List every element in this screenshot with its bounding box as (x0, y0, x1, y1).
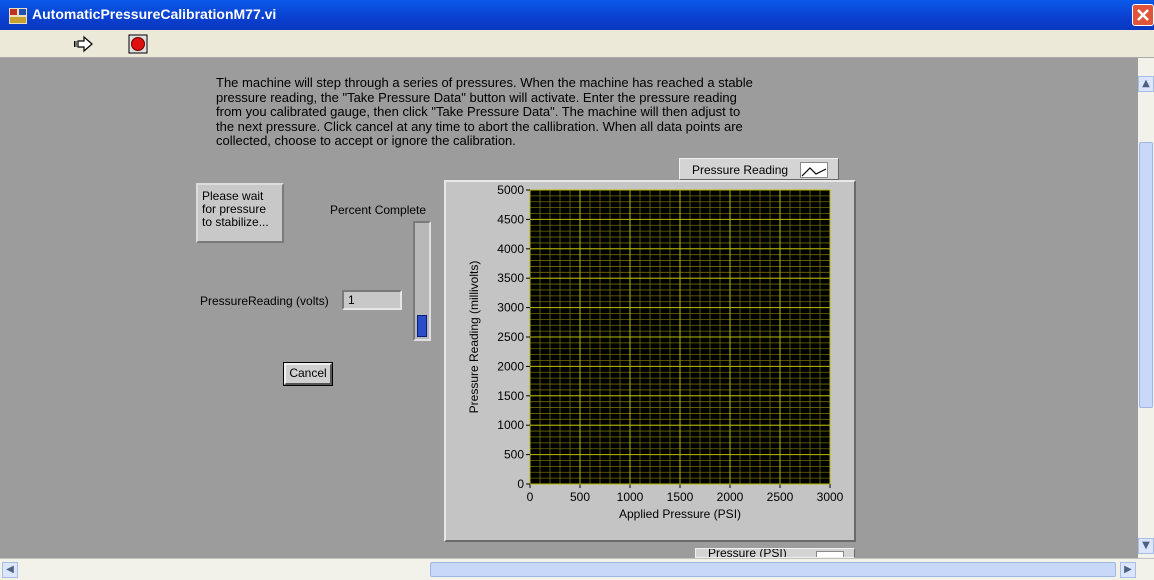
y-tick-label: 0 (517, 477, 524, 491)
abort-stop-icon (128, 34, 148, 54)
scroll-left-button[interactable]: ◀ (2, 562, 18, 578)
status-message-box: Please wait for pressure to stabilize... (196, 183, 284, 243)
y-tick-label: 2500 (497, 330, 524, 344)
x-tick-label: 3000 (817, 490, 844, 504)
title-bar: AutomaticPressureCalibrationM77.vi (0, 0, 1154, 30)
y-tick-label: 1000 (497, 418, 524, 432)
y-tick-label: 500 (504, 448, 524, 462)
front-panel: The machine will step through a series o… (0, 58, 1138, 558)
toolbar (0, 30, 1154, 58)
percent-complete-label: Percent Complete (330, 203, 427, 217)
x-axis-label: Applied Pressure (PSI) (619, 507, 741, 521)
x-tick-label: 500 (570, 490, 590, 504)
y-tick-label: 3000 (497, 301, 524, 315)
horizontal-scrollbar[interactable]: ◀ ▶ (0, 558, 1154, 580)
scroll-down-button[interactable]: ▼ (1138, 538, 1154, 554)
run-button[interactable] (74, 34, 96, 54)
pressure-reading-field[interactable]: 1 (342, 290, 402, 310)
xy-graph: 0 500 1000 1500 2000 2500 3000 0 500 1000 1500 2000… (467, 183, 844, 521)
x-tick-label: 0 (527, 490, 534, 504)
x-tick-label: 2000 (717, 490, 744, 504)
plot-legend-2[interactable]: Pressure (PSI) (695, 548, 855, 558)
percent-complete-bar (413, 221, 431, 341)
scroll-up-button[interactable]: ▲ (1138, 76, 1154, 92)
y-tick-label: 1500 (497, 389, 524, 403)
vertical-scrollbar[interactable]: ▲ ▼ (1138, 58, 1154, 558)
x-tick-label: 1000 (617, 490, 644, 504)
y-tick-label: 4500 (497, 212, 524, 226)
close-icon (1137, 9, 1149, 21)
percent-complete-fill (417, 315, 427, 337)
y-tick-label: 3500 (497, 271, 524, 285)
y-tick-label: 5000 (497, 183, 524, 197)
y-tick-label: 4000 (497, 242, 524, 256)
pressure-reading-label: PressureReading (volts) (200, 294, 329, 308)
y-axis-label: Pressure Reading (millivolts) (467, 261, 481, 414)
x-tick-label: 2500 (767, 490, 794, 504)
x-tick-label: 1500 (667, 490, 694, 504)
labview-app-icon (9, 8, 27, 24)
window-title: AutomaticPressureCalibrationM77.vi (32, 6, 277, 22)
point-style-icon (816, 551, 844, 557)
line-style-icon (800, 162, 828, 178)
xy-graph-frame: 0 500 1000 1500 2000 2500 3000 0 500 1000 1500 2000… (444, 180, 856, 542)
legend-series-label: Pressure Reading (692, 163, 789, 177)
close-button[interactable] (1132, 4, 1154, 26)
horizontal-scroll-thumb[interactable] (430, 562, 1116, 577)
run-arrow-icon (74, 35, 93, 53)
scroll-right-button[interactable]: ▶ (1120, 562, 1136, 578)
instructions-text: The machine will step through a series o… (216, 75, 753, 148)
legend-series-2-label: Pressure (PSI) (708, 548, 787, 558)
cancel-button[interactable]: Cancel (283, 362, 333, 386)
abort-button[interactable] (127, 34, 149, 54)
plot-legend[interactable]: Pressure Reading (679, 158, 839, 180)
vertical-scroll-thumb[interactable] (1139, 142, 1153, 408)
y-tick-label: 2000 (497, 359, 524, 373)
